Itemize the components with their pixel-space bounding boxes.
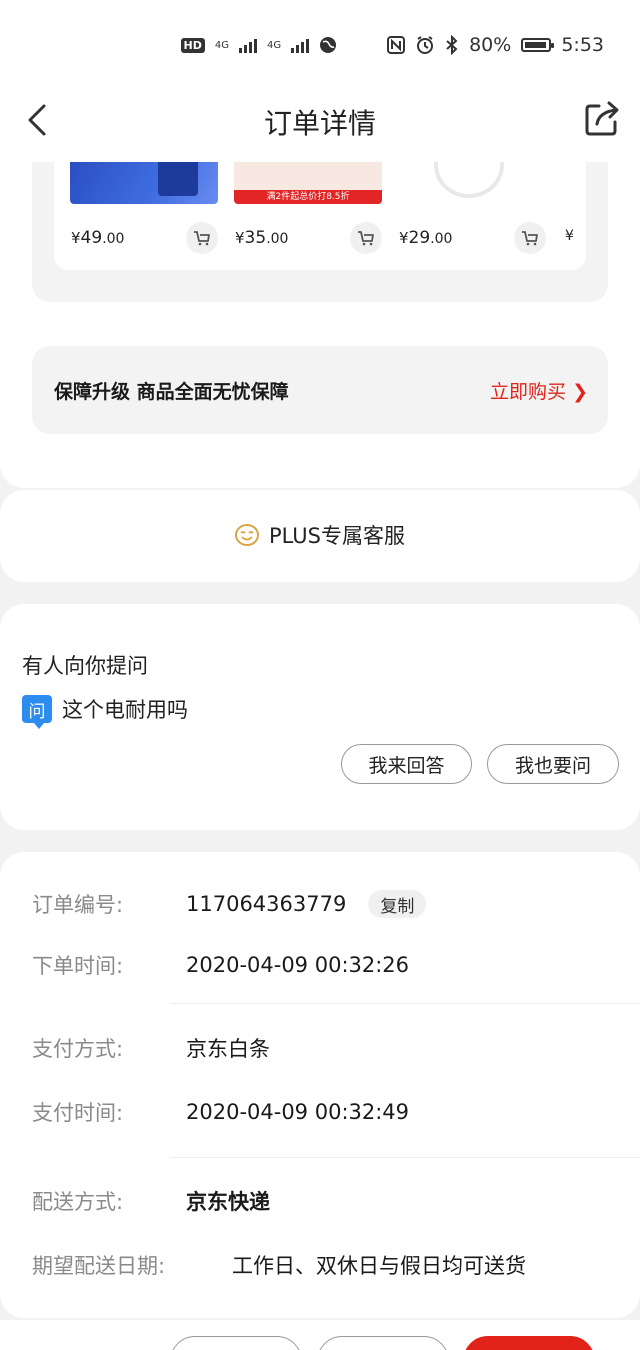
expected-date-label: 期望配送日期: <box>32 1254 166 1278</box>
order-time-label: 下单时间: <box>32 954 124 978</box>
product-price: ¥29.00 <box>399 228 452 248</box>
payment-method-label: 支付方式: <box>32 1037 124 1061</box>
page-title: 订单详情 <box>263 107 376 140</box>
price-currency: ¥ <box>71 229 81 247</box>
network-type-1: 4G <box>214 39 229 51</box>
guarantee-title: 保障升级 商品全面无忧保障 <box>54 381 289 403</box>
nfc-icon <box>387 36 406 54</box>
product-item[interactable]: 满2件起总价打8.5折 ¥35.00 <box>218 162 382 270</box>
payment-time-row: 支付时间: 2020-04-09 00:32:49 <box>32 1092 640 1132</box>
product-image <box>398 162 546 204</box>
price-currency: ¥ <box>235 229 245 247</box>
price-decimal: .00 <box>266 231 289 247</box>
hd-badge: HD <box>180 37 205 53</box>
globe-icon <box>319 36 337 54</box>
price-decimal: .00 <box>430 231 453 247</box>
signal-4g-icon-2: 4G <box>267 40 281 51</box>
customer-service-button[interactable]: PLUS专属客服 <box>0 520 640 550</box>
price-decimal: .00 <box>102 231 125 247</box>
payment-time-label: 支付时间: <box>32 1101 124 1125</box>
payment-time-value: 2020-04-09 00:32:49 <box>186 1100 410 1124</box>
price-integer: 35 <box>244 228 267 248</box>
copy-button[interactable]: 复制 <box>368 890 427 918</box>
add-to-cart-button[interactable] <box>350 222 382 254</box>
signal-4g-icon: 4G <box>214 39 229 51</box>
order-number-value: 117064363779 <box>186 892 347 916</box>
customer-service-label: PLUS专属客服 <box>268 524 406 548</box>
delivery-method-label: 配送方式: <box>32 1190 124 1214</box>
order-time-row: 下单时间: 2020-04-09 00:32:26 <box>32 945 640 985</box>
battery-percent: 80% <box>469 34 512 56</box>
action-button[interactable] <box>317 1336 449 1350</box>
guarantee-banner[interactable]: 保障升级 商品全面无忧保障 立即购买 ❯ <box>32 346 608 434</box>
order-number-row: 订单编号: 117064363779 复制 <box>32 884 640 924</box>
divider <box>170 1157 640 1158</box>
network-type-2: 4G <box>266 39 282 51</box>
payment-method-value: 京东白条 <box>186 1037 270 1061</box>
signal-bars-icon-2 <box>291 37 310 53</box>
product-price: ¥49.00 <box>71 228 124 248</box>
product-item[interactable]: ¥49.00 <box>54 162 218 270</box>
question-text: 这个电耐用吗 <box>62 698 188 722</box>
cart-icon <box>194 231 210 246</box>
smile-face-icon <box>234 524 259 546</box>
add-to-cart-button[interactable] <box>186 222 218 254</box>
qa-title: 有人向你提问 <box>22 654 148 678</box>
price-integer: 49 <box>80 228 103 248</box>
order-time-value: 2020-04-09 00:32:26 <box>186 953 410 977</box>
answer-button[interactable]: 我来回答 <box>341 744 472 784</box>
promo-banner: 满2件起总价打8.5折 <box>234 190 382 204</box>
next-product-peek: ¥ <box>565 228 574 244</box>
delivery-method-value: 京东快递 <box>186 1190 270 1214</box>
product-image: 满2件起总价打8.5折 <box>234 162 382 204</box>
price-currency: ¥ <box>399 229 409 247</box>
bottom-action-bar <box>0 1320 640 1350</box>
qa-card: 有人向你提问 问 这个电耐用吗 我来回答 我也要问 <box>0 604 640 830</box>
delivery-method-row: 配送方式: 京东快递 <box>32 1181 640 1221</box>
nav-bar: 订单详情 <box>0 92 640 162</box>
expected-date-row: 期望配送日期: 工作日、双休日与假日均可送货 <box>32 1245 640 1285</box>
share-button[interactable] <box>582 98 622 138</box>
price-integer: 29 <box>408 228 431 248</box>
signal-bars-icon <box>238 37 257 53</box>
qa-question[interactable]: 问 这个电耐用吗 <box>22 694 188 729</box>
divider <box>170 1003 640 1004</box>
add-to-cart-button[interactable] <box>514 222 546 254</box>
cart-icon <box>522 231 538 246</box>
bluetooth-icon <box>445 35 459 55</box>
status-icons: HD 4G 4G 80% 5:53 <box>180 34 604 56</box>
order-info-card: 订单编号: 117064363779 复制 下单时间: 2020-04-09 0… <box>0 852 640 1318</box>
question-badge-icon: 问 <box>22 695 52 729</box>
clock: 5:53 <box>561 34 604 56</box>
battery-icon <box>521 38 555 52</box>
product-image <box>70 162 218 204</box>
cart-icon <box>358 231 374 246</box>
action-button[interactable] <box>170 1336 302 1350</box>
product-price: ¥35.00 <box>235 228 288 248</box>
recommendation-container: ¥49.00 满2件起总价打8.5折 ¥35.00 ¥29.00 ¥ <box>32 162 608 302</box>
buy-now-link[interactable]: 立即购买 ❯ <box>490 377 588 404</box>
alarm-icon <box>415 35 435 55</box>
recommendation-list[interactable]: ¥49.00 满2件起总价打8.5折 ¥35.00 ¥29.00 ¥ <box>54 162 586 270</box>
status-bar: HD 4G 4G 80% 5:53 <box>0 0 640 92</box>
expected-date-value: 工作日、双休日与假日均可送货 <box>232 1254 526 1278</box>
order-number-label: 订单编号: <box>32 893 124 917</box>
product-item[interactable]: ¥29.00 <box>382 162 546 270</box>
customer-service-card[interactable]: PLUS专属客服 <box>0 490 640 582</box>
primary-action-button[interactable] <box>463 1336 595 1350</box>
payment-method-row: 支付方式: 京东白条 <box>32 1028 640 1068</box>
ask-too-button[interactable]: 我也要问 <box>487 744 619 784</box>
share-icon <box>585 101 619 136</box>
recommendation-card: ¥49.00 满2件起总价打8.5折 ¥35.00 ¥29.00 ¥ 保障升级 … <box>0 162 640 488</box>
